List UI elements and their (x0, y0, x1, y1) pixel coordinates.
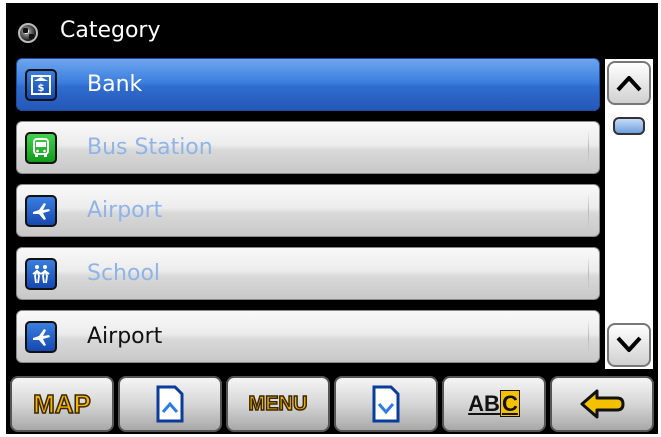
abc-label-c: C (499, 390, 520, 417)
list-item-label: School (87, 261, 161, 286)
bottom-toolbar: MAP MENU ABC (6, 374, 658, 434)
map-button[interactable]: MAP (10, 376, 114, 432)
airplane-icon (25, 321, 57, 353)
page-up-icon (156, 385, 184, 423)
menu-button-label: MENU (248, 392, 308, 416)
list-item-label: Airport (87, 198, 163, 223)
list-item-bank[interactable]: $ Bank (16, 58, 600, 111)
scroll-thumb[interactable] (613, 117, 645, 135)
abc-search-button[interactable]: ABC (442, 376, 546, 432)
page-title: Category (60, 18, 161, 43)
bank-icon: $ (25, 69, 57, 101)
page-up-button[interactable] (118, 376, 222, 432)
row-divider (588, 319, 589, 355)
school-children-icon (25, 258, 57, 290)
list-item-airport-2[interactable]: Airport (16, 310, 600, 363)
map-button-label: MAP (32, 388, 91, 420)
row-divider (588, 256, 589, 292)
row-divider (588, 193, 589, 229)
header-bar: Category (6, 3, 658, 55)
app-window: Category $ Bank Bus Station Airport Scho… (6, 3, 658, 434)
list-item-label: Bus Station (87, 135, 213, 160)
list-item-label: Bank (87, 72, 143, 97)
abc-label-ab: AB (468, 391, 500, 416)
list-item-label: Airport (87, 324, 163, 349)
chevron-up-icon (616, 76, 642, 92)
list-item-bus-station[interactable]: Bus Station (16, 121, 600, 174)
chevron-down-icon (616, 336, 642, 352)
page-down-button[interactable] (334, 376, 438, 432)
page-down-icon (372, 385, 400, 423)
airplane-icon (25, 195, 57, 227)
list-item-school[interactable]: School (16, 247, 600, 300)
svg-text:$: $ (38, 83, 45, 94)
back-arrow-icon (580, 389, 625, 419)
back-button[interactable] (550, 376, 654, 432)
row-divider (588, 130, 589, 166)
list-item-airport[interactable]: Airport (16, 184, 600, 237)
abc-icon: ABC (468, 390, 520, 417)
category-checker-icon (18, 23, 38, 43)
scroll-up-button[interactable] (607, 61, 651, 105)
bus-icon (25, 132, 57, 164)
scroll-down-button[interactable] (607, 323, 651, 367)
menu-button[interactable]: MENU (226, 376, 330, 432)
scrollbar[interactable] (604, 58, 654, 370)
category-list: $ Bank Bus Station Airport School Airpor… (16, 58, 600, 370)
